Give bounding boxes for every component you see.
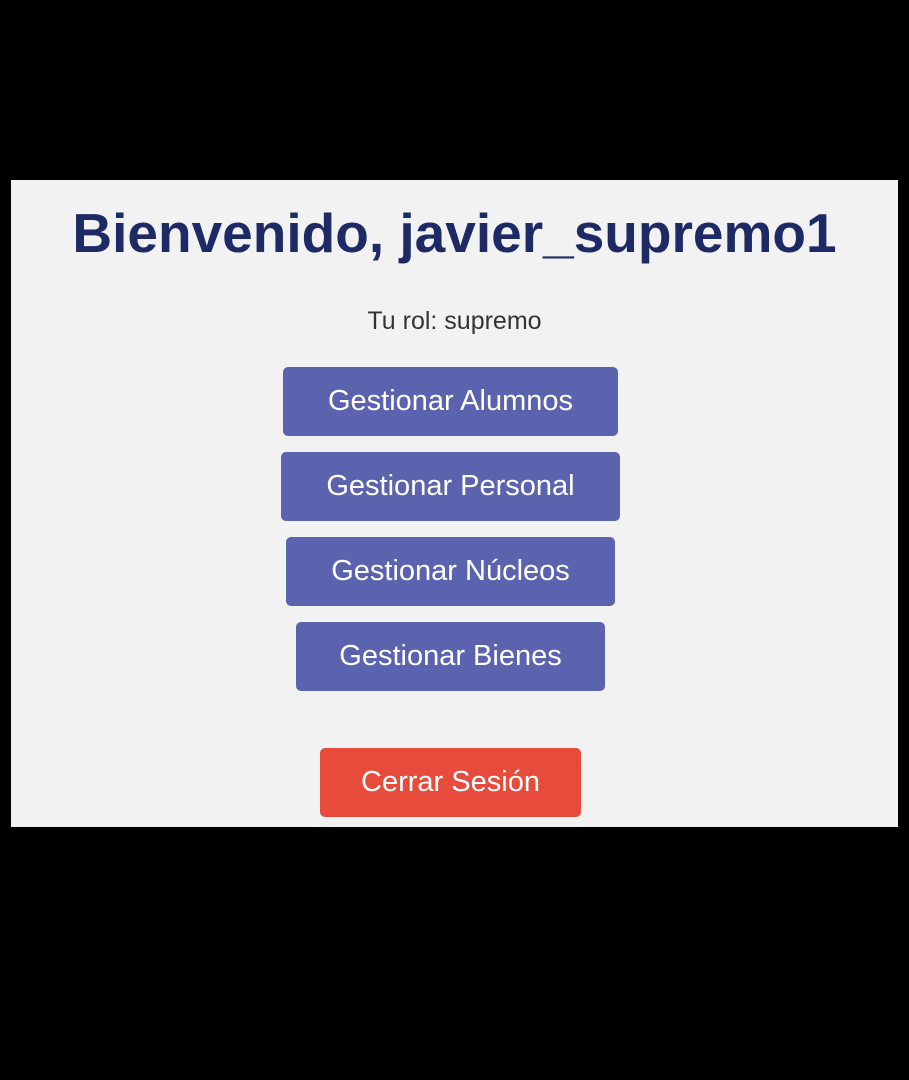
manage-assets-button[interactable]: Gestionar Bienes (296, 622, 605, 691)
page-title: Bienvenido, javier_supremo1 (72, 202, 837, 264)
logout-button[interactable]: Cerrar Sesión (320, 748, 581, 817)
welcome-panel: Bienvenido, javier_supremo1 Tu rol: supr… (11, 180, 898, 827)
manage-staff-button[interactable]: Gestionar Personal (281, 452, 620, 521)
user-role-text: Tu rol: supremo (367, 307, 542, 335)
manage-students-button[interactable]: Gestionar Alumnos (283, 367, 618, 436)
manage-nuclei-button[interactable]: Gestionar Núcleos (286, 537, 615, 606)
